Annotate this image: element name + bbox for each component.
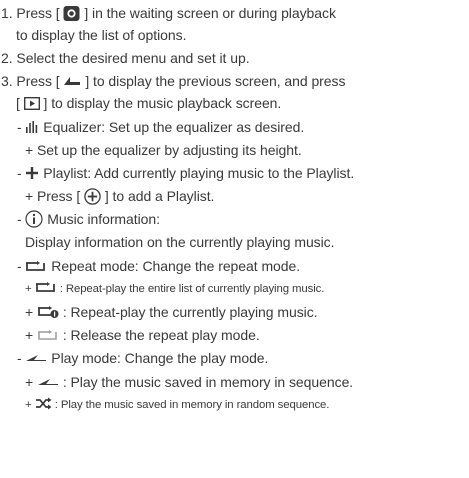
repeat-item-all: + : Repeat-play the entire list of curre… (25, 278, 469, 300)
step-3-bracket: [ (16, 95, 20, 111)
play-mode-dash: - (17, 350, 26, 366)
playlist-sub-start: + Press [ (25, 188, 81, 204)
play-mode-line: - Play mode: Change the play mode. (17, 347, 469, 369)
music-info-title: Music information: (47, 211, 160, 227)
playlist-sub: + Press [ ] to add a Playlist. (25, 185, 469, 207)
step-1-text-start: 1. Press [ (1, 5, 60, 21)
repeat-item-one: + : Repeat-play the currently playing mu… (25, 301, 469, 323)
shuffle-icon (35, 397, 52, 410)
repeat-line: - Repeat mode: Change the repeat mode. (17, 255, 469, 277)
playlist-sub-end: ] to add a Playlist. (104, 188, 215, 204)
play-mode-item-sequence-plus: + (25, 374, 37, 390)
add-circle-icon (84, 188, 101, 205)
playlist-dash: - (17, 165, 26, 181)
repeat-one-icon (37, 305, 59, 319)
equalizer-line: - Equalizer: Set up the equalizer as des… (17, 116, 469, 138)
equalizer-sub: + Set up the equalizer by adjusting its … (25, 142, 302, 158)
play-mode-title: Play mode: Change the play mode. (51, 350, 269, 366)
repeat-item-off: + : Release the repeat play mode. (25, 324, 469, 346)
repeat-title: Repeat mode: Change the repeat mode. (51, 258, 301, 274)
music-info-sub: Display information on the currently pla… (25, 234, 335, 250)
step-2-line: 2. Select the desired menu and set it up… (1, 50, 250, 66)
step-1-line: 1. Press [ ] in the waiting screen or du… (1, 2, 469, 24)
play-mode-item-sequence: + : Play the music saved in memory in se… (25, 371, 469, 393)
play-mode-item-shuffle-text: : Play the music saved in memory in rand… (54, 399, 330, 411)
step-1-continuation: to display the list of options. (16, 27, 187, 43)
music-info-line: - Music information: (17, 208, 469, 230)
step-3-text-end: ] to display the previous screen, and pr… (85, 73, 346, 89)
plus-icon (25, 166, 39, 180)
equalizer-dash: - (17, 119, 26, 135)
sequence-icon (25, 354, 47, 362)
repeat-item-off-text: : Release the repeat play mode. (62, 327, 260, 343)
step-3-text-start: 3. Press [ (1, 73, 60, 89)
repeat-item-all-text: : Repeat-play the entire list of current… (59, 283, 325, 295)
equalizer-icon (25, 121, 39, 134)
equalizer-title: Equalizer: Set up the equalizer as desir… (43, 119, 305, 135)
info-icon (25, 210, 44, 228)
step-3-continuation-text: ] to display the music playback screen. (43, 95, 282, 111)
repeat-item-one-plus: + (25, 304, 37, 320)
options-icon (63, 5, 80, 21)
playlist-title: Playlist: Add currently playing music to… (43, 165, 355, 181)
repeat-all-icon (25, 260, 47, 272)
repeat-item-all-plus: + (25, 283, 35, 295)
repeat-dash: - (17, 258, 26, 274)
repeat-off-icon (37, 329, 59, 341)
sequence-icon (37, 378, 59, 386)
playlist-line: - Playlist: Add currently playing music … (17, 162, 469, 184)
repeat-all-icon (35, 282, 57, 293)
manual-page: 1. Press [ ] in the waiting screen or du… (0, 0, 469, 478)
music-info-dash: - (17, 211, 26, 227)
step-3-continuation: [ ] to display the music playback screen… (16, 92, 469, 114)
step-1-text-end: ] in the waiting screen or during playba… (84, 5, 336, 21)
step-3-line: 3. Press [ ] to display the previous scr… (1, 70, 469, 92)
play-mode-item-shuffle-plus: + (25, 399, 35, 411)
play-screen-icon (23, 96, 40, 110)
repeat-item-off-plus: + (25, 327, 37, 343)
back-icon (63, 76, 81, 86)
play-mode-item-sequence-text: : Play the music saved in memory in sequ… (62, 374, 354, 390)
play-mode-item-shuffle: + : Play the music saved in memory in ra… (25, 394, 469, 416)
repeat-item-one-text: : Repeat-play the currently playing musi… (62, 304, 318, 320)
